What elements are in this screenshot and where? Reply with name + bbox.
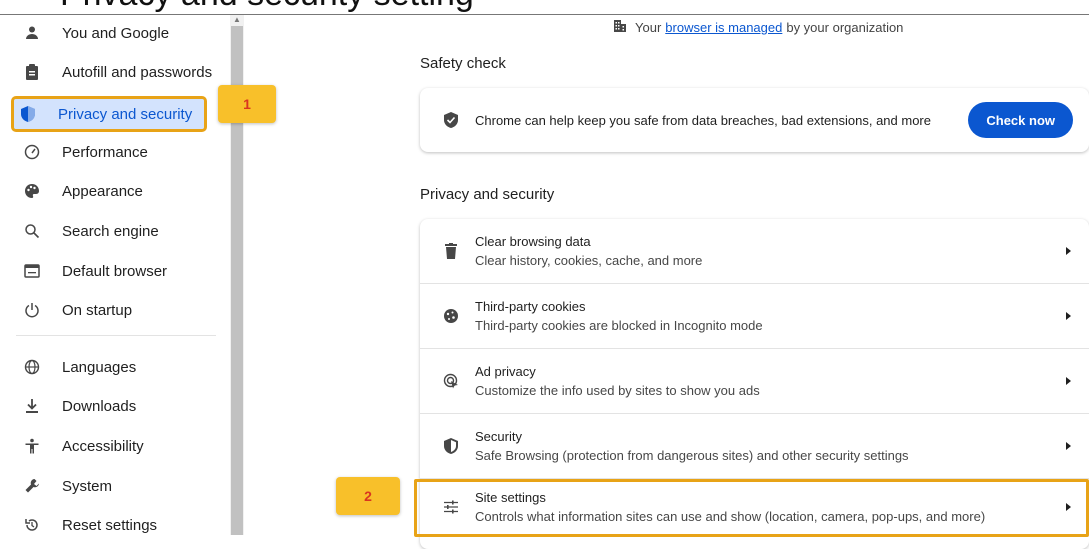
callout-badge-1: 1 <box>218 85 276 123</box>
cookie-icon <box>442 307 460 325</box>
row-texts: Clear browsing data Clear history, cooki… <box>475 234 702 268</box>
sidebar-item-label: Performance <box>62 143 148 161</box>
sidebar-item-privacy-and-security[interactable]: Privacy and security <box>11 96 207 132</box>
settings-sidebar: You and Google Autofill and passwords Pr… <box>0 15 230 535</box>
sliders-icon <box>442 498 460 516</box>
row-texts: Security Safe Browsing (protection from … <box>475 429 909 463</box>
sidebar-item-accessibility[interactable]: Accessibility <box>14 428 214 464</box>
trash-icon <box>442 242 460 260</box>
safety-check-row: Chrome can help keep you safe from data … <box>420 88 1089 152</box>
scroll-up-arrow-icon[interactable]: ▲ <box>233 15 241 25</box>
managed-suffix: by your organization <box>786 20 904 35</box>
sidebar-item-on-startup[interactable]: On startup <box>14 292 214 328</box>
row-ad-privacy[interactable]: Ad privacy Customize the info used by si… <box>420 349 1089 413</box>
safety-check-description: Chrome can help keep you safe from data … <box>475 112 931 128</box>
sidebar-item-label: Autofill and passwords <box>62 63 213 81</box>
sidebar-item-appearance[interactable]: Appearance <box>14 173 214 209</box>
arrow-right-icon <box>1066 377 1071 385</box>
shield-check-icon <box>442 111 460 129</box>
row-title: Clear browsing data <box>475 234 591 249</box>
sidebar-item-reset-settings[interactable]: Reset settings <box>14 507 214 543</box>
sidebar-item-autofill[interactable]: Autofill and passwords <box>14 54 214 90</box>
sidebar-item-label: Reset settings <box>62 516 158 534</box>
top-heading-text: Privacy and security setting <box>60 0 474 13</box>
row-subtitle: Controls what information sites can use … <box>475 509 986 524</box>
row-third-party-cookies[interactable]: Third-party cookies Third-party cookies … <box>420 284 1089 348</box>
browser-managed-link[interactable]: browser is managed <box>665 20 782 35</box>
power-icon <box>22 300 42 320</box>
row-texts: Third-party cookies Third-party cookies … <box>475 299 763 333</box>
sidebar-item-label: Appearance <box>62 182 143 200</box>
sidebar-item-search-engine[interactable]: Search engine <box>14 213 214 249</box>
wrench-icon <box>22 476 42 496</box>
palette-icon <box>22 181 42 201</box>
safety-check-texts: Chrome can help keep you safe from data … <box>475 113 931 128</box>
callout-badge-2: 2 <box>336 477 400 515</box>
row-texts: Ad privacy Customize the info used by si… <box>475 364 760 398</box>
sidebar-item-label: Accessibility <box>62 437 144 455</box>
sidebar-item-label: Default browser <box>62 262 168 280</box>
sidebar-item-label: Privacy and security <box>58 105 193 123</box>
sidebar-item-downloads[interactable]: Downloads <box>14 388 214 424</box>
sidebar-item-label: On startup <box>62 301 133 319</box>
building-icon <box>613 19 627 36</box>
check-now-button[interactable]: Check now <box>968 102 1073 138</box>
sidebar-item-default-browser[interactable]: Default browser <box>14 253 214 289</box>
speedometer-icon <box>22 142 42 162</box>
arrow-right-icon <box>1066 247 1071 255</box>
clipboard-icon <box>22 62 42 82</box>
row-title: Ad privacy <box>475 364 536 379</box>
privacy-section-heading: Privacy and security <box>420 186 555 203</box>
managed-notice: Your browser is managed by your organiza… <box>613 19 903 36</box>
sidebar-item-you-and-google[interactable]: You and Google <box>14 15 214 51</box>
row-subtitle: Safe Browsing (protection from dangerous… <box>475 448 909 463</box>
safety-check-heading: Safety check <box>420 55 506 72</box>
row-title: Third-party cookies <box>475 299 586 314</box>
row-subtitle: Third-party cookies are blocked in Incog… <box>475 318 763 333</box>
browser-window-icon <box>22 261 42 281</box>
sidebar-item-languages[interactable]: Languages <box>14 349 214 385</box>
sidebar-item-label: Downloads <box>62 397 137 415</box>
person-icon <box>22 23 42 43</box>
shield-icon <box>442 437 460 455</box>
shield-icon <box>18 104 38 124</box>
ad-privacy-icon <box>442 372 460 390</box>
sidebar-item-label: You and Google <box>62 24 170 42</box>
sidebar-item-label: System <box>62 477 113 495</box>
row-security[interactable]: Security Safe Browsing (protection from … <box>420 414 1089 478</box>
row-title: Security <box>475 429 522 444</box>
row-title: Site settings <box>475 490 546 505</box>
download-icon <box>22 396 42 416</box>
arrow-right-icon <box>1066 442 1071 450</box>
search-icon <box>22 221 42 241</box>
sidebar-item-system[interactable]: System <box>14 468 214 504</box>
sidebar-item-performance[interactable]: Performance <box>14 134 214 170</box>
sidebar-divider <box>16 335 216 336</box>
row-site-settings[interactable]: Site settings Controls what information … <box>420 479 1089 535</box>
managed-prefix: Your <box>635 20 662 35</box>
sidebar-item-label: Languages <box>62 358 137 376</box>
arrow-right-icon <box>1066 503 1071 511</box>
reset-icon <box>22 515 42 535</box>
privacy-card: Clear browsing data Clear history, cooki… <box>420 219 1089 549</box>
accessibility-icon <box>22 436 42 456</box>
safety-check-card: Chrome can help keep you safe from data … <box>420 88 1089 152</box>
top-heading: Privacy and security setting <box>0 0 1089 14</box>
sidebar-item-label: Search engine <box>62 222 159 240</box>
row-subtitle: Clear history, cookies, cache, and more <box>475 253 703 268</box>
arrow-right-icon <box>1066 312 1071 320</box>
row-clear-browsing-data[interactable]: Clear browsing data Clear history, cooki… <box>420 219 1089 283</box>
row-subtitle: Customize the info used by sites to show… <box>475 383 760 398</box>
globe-icon <box>22 357 42 377</box>
row-texts: Site settings Controls what information … <box>475 490 985 524</box>
